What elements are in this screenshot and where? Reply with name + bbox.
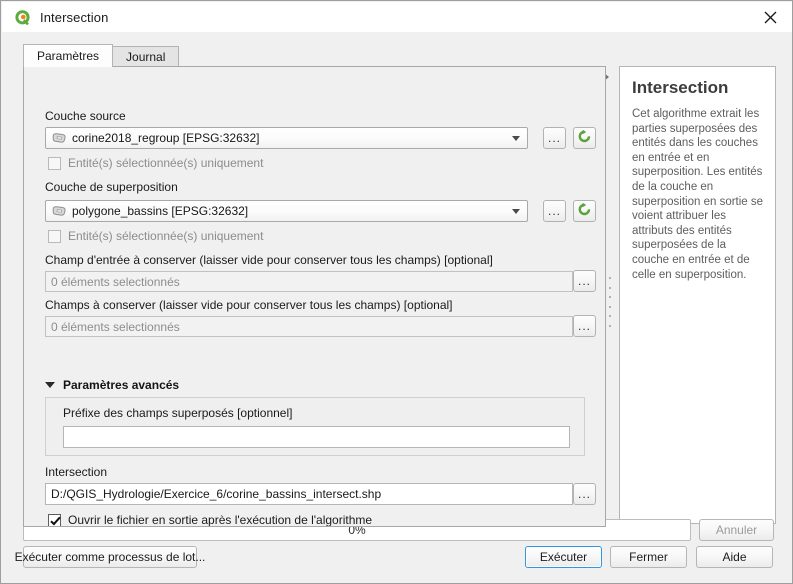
- prefix-label-row: Préfixe des champs superposés [optionnel…: [63, 406, 292, 420]
- splitter-dot: [609, 315, 611, 318]
- dialog-body: Paramètres Journal Couche source corine2…: [2, 32, 792, 583]
- cancel-button[interactable]: Annuler: [699, 519, 774, 541]
- source-layer-browse-button[interactable]: ...: [543, 127, 566, 149]
- prefix-input[interactable]: [63, 426, 570, 448]
- chevron-down-icon: [512, 136, 520, 141]
- overlay-layer-combo[interactable]: polygone_bassins [EPSG:32632]: [45, 200, 528, 222]
- checkbox-box: [48, 513, 61, 526]
- overlay-layer-browse-label: ...: [547, 204, 561, 218]
- iterate-icon: [577, 129, 592, 147]
- checkbox-box: [48, 229, 61, 243]
- open-output-label: Ouvrir le fichier en sortie après l'exéc…: [68, 513, 373, 526]
- parameters-panel: Couche source corine2018_regroup [EPSG:3…: [23, 66, 606, 527]
- run-button-label: Exécuter: [539, 550, 588, 564]
- algorithm-description-title: Intersection: [632, 78, 729, 97]
- advanced-parameters-label: Paramètres avancés: [63, 378, 180, 392]
- tab-bar: Paramètres Journal: [23, 44, 180, 67]
- overlay-fields-label: Champs à conserver (laisser vide pour co…: [45, 298, 453, 312]
- source-layer-browse-label: ...: [547, 131, 561, 145]
- cancel-button-label: Annuler: [715, 523, 758, 537]
- polygon-layer-icon: [51, 205, 67, 217]
- overlay-fields-browse-button[interactable]: ...: [573, 315, 596, 337]
- output-label-row: Intersection: [45, 465, 107, 479]
- overlay-layer-browse-button[interactable]: ...: [543, 200, 566, 222]
- overlay-fields-browse-label: ...: [577, 319, 591, 333]
- source-selected-only-checkbox[interactable]: Entité(s) sélectionnée(s) uniquement: [48, 156, 263, 170]
- source-layer-combo[interactable]: corine2018_regroup [EPSG:32632]: [45, 127, 528, 149]
- run-as-batch-button[interactable]: Exécuter comme processus de lot...: [15, 546, 205, 568]
- splitter-dot: [609, 277, 611, 279]
- title-bar: Intersection: [2, 2, 792, 32]
- help-button-label: Aide: [722, 550, 747, 564]
- overlay-layer-label-row: Couche de superposition: [45, 180, 178, 194]
- iterate-icon: [577, 202, 592, 220]
- close-icon[interactable]: [747, 2, 792, 32]
- output-browse-button[interactable]: ...: [573, 483, 596, 505]
- chevron-down-icon: [45, 382, 55, 388]
- overlay-selected-only-label: Entité(s) sélectionnée(s) uniquement: [68, 229, 264, 243]
- overlay-fields-value-text: 0 éléments selectionnés: [51, 319, 180, 334]
- open-output-checkbox[interactable]: Ouvrir le fichier en sortie après l'exéc…: [48, 513, 372, 526]
- splitter-dot: [609, 286, 611, 289]
- input-fields-browse-button[interactable]: ...: [573, 270, 596, 292]
- prefix-label: Préfixe des champs superposés [optionnel…: [63, 406, 293, 420]
- overlay-layer-label: Couche de superposition: [45, 180, 178, 194]
- panel-splitter-handle[interactable]: [608, 277, 612, 327]
- close-button[interactable]: Fermer: [610, 546, 687, 568]
- output-label: Intersection: [45, 465, 108, 479]
- source-selected-only-label: Entité(s) sélectionnée(s) uniquement: [68, 156, 264, 170]
- output-path-input[interactable]: D:/QGIS_Hydrologie/Exercice_6/corine_bas…: [45, 483, 573, 505]
- run-button[interactable]: Exécuter: [525, 546, 602, 568]
- tab-parametres-label: Paramètres: [37, 49, 100, 63]
- tab-parametres[interactable]: Paramètres: [23, 44, 114, 67]
- splitter-dot: [609, 296, 611, 299]
- overlay-selected-only-checkbox[interactable]: Entité(s) sélectionnée(s) uniquement: [48, 229, 263, 243]
- overlay-layer-iterate-button[interactable]: [573, 200, 596, 222]
- overlay-fields-label-row: Champs à conserver (laisser vide pour co…: [45, 298, 453, 312]
- tab-journal[interactable]: Journal: [112, 46, 180, 67]
- input-fields-label: Champ d'entrée à conserver (laisser vide…: [45, 253, 493, 267]
- chevron-down-icon: [512, 209, 520, 214]
- advanced-parameters-group: Préfixe des champs superposés [optionnel…: [45, 397, 585, 456]
- input-fields-value[interactable]: 0 éléments selectionnés: [45, 271, 573, 292]
- source-layer-label: Couche source: [45, 109, 126, 123]
- intersection-dialog: Intersection Paramètres Journal Couche s…: [0, 0, 793, 584]
- overlay-fields-value[interactable]: 0 éléments selectionnés: [45, 316, 573, 337]
- polygon-layer-icon: [51, 132, 67, 144]
- advanced-parameters-toggle[interactable]: Paramètres avancés: [45, 378, 179, 392]
- input-fields-value-text: 0 éléments selectionnés: [51, 274, 180, 289]
- algorithm-description-panel: Intersection Cet algorithme extrait les …: [619, 66, 776, 524]
- qgis-logo-icon: [14, 9, 31, 26]
- splitter-dot: [609, 305, 611, 308]
- run-as-batch-label: Exécuter comme processus de lot...: [14, 550, 206, 564]
- algorithm-description-body: Cet algorithme extrait les parties super…: [632, 108, 764, 281]
- input-fields-browse-label: ...: [577, 274, 591, 288]
- output-path-value: D:/QGIS_Hydrologie/Exercice_6/corine_bas…: [51, 487, 382, 501]
- input-fields-label-row: Champ d'entrée à conserver (laisser vide…: [45, 253, 493, 267]
- close-button-label: Fermer: [629, 550, 668, 564]
- overlay-layer-value: polygone_bassins [EPSG:32632]: [72, 204, 249, 218]
- checkbox-box: [48, 156, 61, 170]
- help-button[interactable]: Aide: [696, 546, 773, 568]
- source-layer-iterate-button[interactable]: [573, 127, 596, 149]
- window-title: Intersection: [40, 9, 109, 25]
- output-browse-label: ...: [577, 487, 591, 501]
- source-layer-label-row: Couche source: [45, 109, 126, 123]
- splitter-dot: [609, 324, 611, 327]
- source-layer-value: corine2018_regroup [EPSG:32632]: [72, 131, 260, 145]
- tab-journal-label: Journal: [126, 50, 166, 64]
